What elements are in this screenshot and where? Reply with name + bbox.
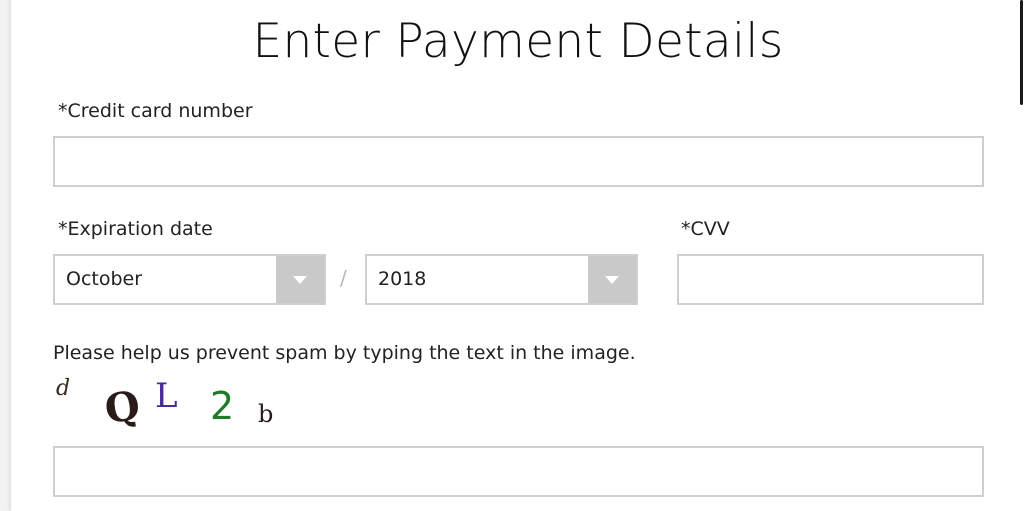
- captcha-char: d: [56, 376, 71, 401]
- captcha-char: b: [258, 400, 274, 428]
- chevron-down-icon: [293, 276, 307, 284]
- month-dropdown-button[interactable]: [276, 256, 324, 303]
- cvv-input[interactable]: [677, 254, 984, 305]
- page-scrollbar[interactable]: [1019, 0, 1024, 511]
- expiration-month-select[interactable]: October: [53, 254, 326, 305]
- expiration-year-select[interactable]: 2018: [365, 254, 638, 305]
- credit-card-input[interactable]: [53, 136, 984, 187]
- captcha-char: L: [155, 376, 178, 416]
- chevron-down-icon: [605, 276, 619, 284]
- date-separator: /: [340, 266, 347, 290]
- expiration-year-value: 2018: [378, 268, 427, 290]
- captcha-prompt: Please help us prevent spam by typing th…: [53, 342, 636, 364]
- captcha-char: Q: [101, 381, 143, 434]
- captcha-input[interactable]: [53, 446, 984, 497]
- expiration-month-value: October: [66, 268, 143, 290]
- captcha-char: 2: [210, 384, 235, 428]
- year-dropdown-button[interactable]: [588, 256, 636, 303]
- page-title: Enter Payment Details: [252, 14, 784, 69]
- expiration-date-label: *Expiration date: [58, 218, 213, 240]
- cvv-label: *CVV: [681, 218, 730, 240]
- captcha-image: d Q L 2 b: [50, 368, 290, 438]
- credit-card-label: *Credit card number: [58, 100, 253, 122]
